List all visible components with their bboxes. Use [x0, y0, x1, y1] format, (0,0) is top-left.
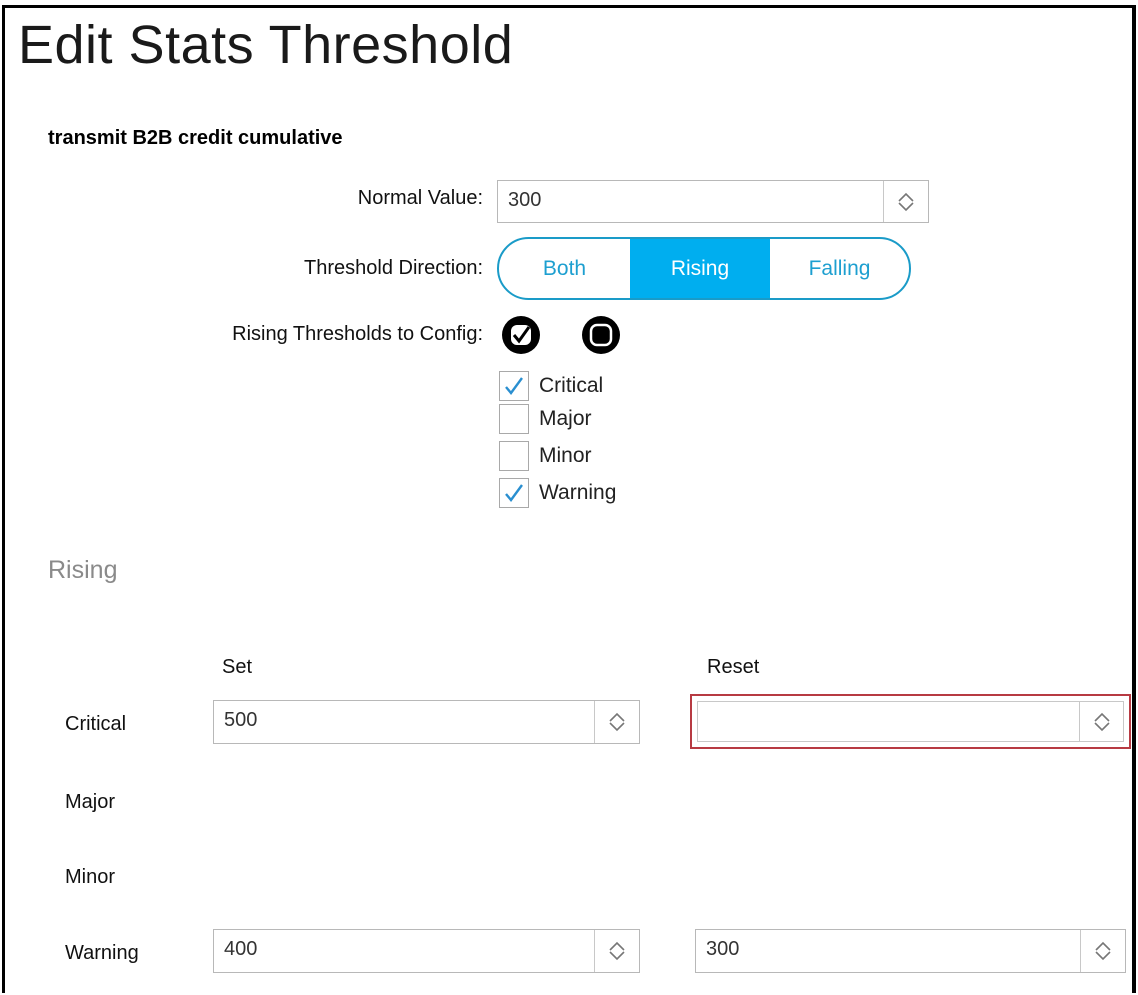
critical-reset-input[interactable] — [690, 694, 1131, 749]
chevron-updown-icon — [898, 192, 914, 211]
chevron-updown-icon — [1095, 941, 1111, 961]
chevron-updown-icon — [1094, 712, 1110, 731]
row-label-minor: Minor — [65, 866, 116, 888]
stop-circle-icon[interactable] — [579, 313, 623, 357]
checkbox-warning[interactable]: Warning — [499, 478, 616, 508]
critical-reset-stepper[interactable] — [1079, 701, 1124, 742]
checkmark-icon — [505, 377, 523, 395]
threshold-direction-toggle: Both Rising Falling — [497, 237, 911, 300]
warning-reset-value: 300 — [706, 938, 740, 960]
checkbox-label: Major — [539, 407, 592, 430]
normal-value-text: 300 — [508, 189, 542, 211]
page-title: Edit Stats Threshold — [18, 15, 514, 75]
checkbox-major[interactable]: Major — [499, 404, 592, 434]
rising-config-label: Rising Thresholds to Config: — [232, 323, 483, 345]
column-header-set: Set — [222, 656, 253, 678]
checkbox-label: Minor — [539, 444, 592, 467]
checkbox-minor[interactable]: Minor — [499, 441, 592, 471]
checkbox-box[interactable] — [499, 441, 529, 471]
direction-option-rising[interactable]: Rising — [630, 239, 770, 298]
critical-set-stepper[interactable] — [594, 701, 639, 743]
checkbox-box[interactable] — [499, 404, 529, 434]
checkbox-label: Warning — [539, 481, 617, 504]
normal-value-label: Normal Value: — [357, 187, 483, 209]
rising-section-heading: Rising — [48, 556, 118, 584]
normal-value-stepper[interactable] — [883, 181, 928, 222]
critical-reset-inner-border — [697, 701, 1124, 742]
normal-value-input[interactable]: 300 — [497, 180, 929, 223]
row-label-warning: Warning — [65, 942, 139, 964]
checkmark-icon — [505, 484, 523, 502]
checkbox-box[interactable] — [499, 478, 529, 508]
row-label-major: Major — [65, 791, 116, 813]
direction-option-both[interactable]: Both — [499, 239, 630, 298]
check-circle-icon[interactable] — [499, 313, 543, 357]
direction-option-falling[interactable]: Falling — [770, 239, 909, 298]
row-label-critical: Critical — [65, 713, 127, 735]
warning-set-input[interactable]: 400 — [213, 929, 640, 973]
column-header-reset: Reset — [707, 656, 760, 678]
checkbox-critical[interactable]: Critical — [499, 371, 603, 401]
chevron-updown-icon — [609, 941, 625, 961]
checkbox-label: Critical — [539, 374, 604, 397]
warning-set-stepper[interactable] — [594, 930, 639, 972]
chevron-updown-icon — [609, 712, 625, 732]
critical-set-input[interactable]: 500 — [213, 700, 640, 744]
warning-set-value: 400 — [224, 938, 258, 960]
stat-name: transmit B2B credit cumulative — [48, 127, 343, 149]
threshold-direction-label: Threshold Direction: — [304, 257, 483, 279]
checkbox-box[interactable] — [499, 371, 529, 401]
critical-set-value: 500 — [224, 709, 258, 731]
warning-reset-input[interactable]: 300 — [695, 929, 1126, 973]
warning-reset-stepper[interactable] — [1080, 930, 1125, 972]
